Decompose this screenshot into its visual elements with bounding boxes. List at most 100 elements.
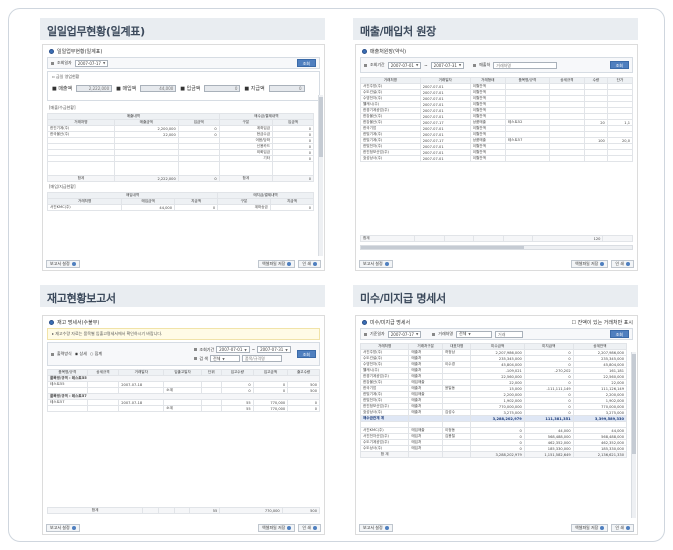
partner-input[interactable]: 거래 [495, 330, 524, 338]
range-separator: ~ [424, 62, 428, 68]
print-button[interactable]: 인 쇄 [298, 524, 321, 532]
search-button[interactable]: 조회 [296, 350, 316, 358]
chevron-down-icon: ▼ [415, 63, 419, 67]
window-header: 일일업무현황(일계표) [43, 45, 324, 55]
report-settings-button[interactable]: 보고서 설정 [359, 260, 393, 268]
chevron-down-icon: ▼ [285, 347, 288, 352]
table-row[interactable]: 소계 55 770,000 0 [47, 405, 320, 412]
filter-bar: 기준일자 2007-07-17 ▼ 거래처명 전체 ▼ 거래 조회 [360, 328, 633, 340]
horizontal-scrollbar[interactable] [360, 245, 633, 250]
summary-purchase-label: ■ 매입액 [116, 86, 137, 92]
section-purchase-label: [매입/지급현황] [49, 184, 76, 189]
summary-row: ■ 매출액 2,222,000 ■ 매입액 44,000 ■ 입금액 0 ■ 지… [48, 82, 319, 95]
panel-inventory: 재고현황보고서 재고 명세서(수불부) ▸ 재고수량 자료는 품목별 입출고명세… [40, 285, 325, 535]
print-button[interactable]: 인 쇄 [611, 524, 634, 532]
date-select[interactable]: 2007-07-17 ▼ [387, 330, 422, 338]
search-button[interactable]: 조회 [609, 330, 629, 338]
inventory-total: 합계 55 770,000 500 [46, 507, 321, 514]
ledger-table-wrap: 거래처명 거래일자 거래형태 품목명/규격 상세규격 수량 단가 서진주방(주)… [360, 77, 633, 237]
table-total-row: 합계 120 [359, 235, 633, 242]
ledger-total: 합계 120 [359, 235, 633, 242]
summary-payment-value: 0 [268, 85, 305, 92]
date-to-select[interactable]: 2007-07-31 ▼ [257, 346, 291, 353]
radio-detail[interactable]: ◉ 상세 [75, 351, 87, 357]
table-row[interactable]: 효성상사(주) 2007-07-01 이월잔액 [360, 155, 633, 162]
square-icon [473, 63, 477, 67]
output-mode-label: 출력방식 [57, 351, 72, 356]
window-header: 미수/미지급 명세서 ☐ 잔액이 있는 거래처만 표시 [356, 316, 637, 326]
scroll-thumb[interactable] [632, 354, 636, 454]
date-from-select[interactable]: 2007-07-01 ▼ [387, 61, 422, 69]
range-separator: ~ [251, 347, 256, 352]
chevron-down-icon: ▼ [244, 347, 247, 352]
table-cell: 0 [173, 204, 219, 211]
bullet-icon [362, 320, 367, 325]
search-label: 검 색 [199, 355, 209, 361]
partner-label: 거래처명 [438, 331, 454, 336]
gear-icon [384, 262, 389, 266]
sales-table: 매출내역 매수금/결제내역 거래처명 매출금액 입금액 구분 입금액 한진기계(주… [47, 113, 315, 182]
report-settings-button[interactable]: 보고서 설정 [359, 524, 393, 532]
scroll-thumb[interactable] [361, 246, 524, 249]
summary-box: ▫ 금일 영업현황 ■ 매출액 2,222,000 ■ 매입액 44,000 ■… [47, 71, 320, 101]
receivables-table-wrap: 거래처명 거래처구분 대표자명 미수금액 미지급액 상계잔액 서진주방(주) 매출… [360, 343, 627, 508]
filter-bar: 출력방식 ◉ 상세 ○ 집계 조회기간 2007-07-01 ▼ ~ 2007-0… [47, 342, 320, 366]
chevron-down-icon: ▼ [458, 63, 462, 67]
scrollbar[interactable] [631, 352, 636, 518]
table-cell: 0 [287, 405, 320, 412]
search-button[interactable]: 조회 [296, 59, 316, 67]
search-select[interactable]: 전체 ▼ [210, 355, 241, 362]
inventory-table: 품목명/규격 상세규격 거래일자 입출고일자 단위 입고수량 입고금액 출고수량… [47, 369, 320, 412]
date-to-select[interactable]: 2007-07-31 ▼ [430, 61, 465, 69]
table-cell: 2007-07-01 [419, 155, 471, 162]
base-date-label: 기준일자 [370, 331, 385, 336]
purchase-table: 매입내역 매지급/결제내역 거래처명 매입금액 지급액 구분 지급액 서진KMC(… [46, 192, 315, 211]
summary-label: ▫ 금일 영업현황 [52, 74, 80, 79]
excel-save-button[interactable]: 엑셀파일 저장 [571, 260, 609, 268]
scrollbar[interactable] [318, 95, 323, 256]
chevron-down-icon: ▼ [415, 332, 419, 336]
table-cell: 770,000 [252, 405, 289, 412]
search-input[interactable]: 품목/규격명 [242, 355, 283, 362]
summary-sales-value: 2,222,000 [76, 85, 113, 92]
panel-title: 일일업무현황(일계표) [40, 18, 325, 40]
bullet-icon [362, 49, 367, 54]
footer-bar: 보고서 설정 엑셀파일 저장 인 쇄 [43, 522, 324, 534]
panel-title: 미수/미지급 명세서 [353, 285, 638, 307]
summary-payment-label: ■ 지급액 [244, 86, 265, 92]
table-cell [86, 405, 120, 412]
search-button[interactable]: 조회 [609, 61, 629, 69]
table-total-row: 합계 2,222,000 0 합계 0 [47, 175, 314, 182]
table-cell [118, 405, 165, 412]
table-row[interactable]: 서진KMC(주) 44,000 0 계좌송금 0 [46, 204, 315, 211]
excel-save-button[interactable]: 엑셀파일 저장 [258, 260, 296, 268]
report-settings-button[interactable]: 보고서 설정 [46, 524, 80, 532]
print-button[interactable]: 인 쇄 [611, 260, 634, 268]
excel-save-button[interactable]: 엑셀파일 저장 [571, 524, 609, 532]
report-settings-button[interactable]: 보고서 설정 [46, 260, 80, 268]
date-select[interactable]: 2007-07-17 ▼ [74, 59, 109, 67]
table-cell: 서진KMC(주) [46, 204, 123, 211]
partner-select[interactable]: 전체 ▼ [456, 330, 493, 338]
table-cell [548, 155, 585, 162]
table-cell [47, 405, 88, 412]
scroll-thumb[interactable] [319, 97, 323, 157]
print-button[interactable]: 인 쇄 [298, 260, 321, 268]
print-icon [626, 526, 630, 530]
summary-deposit-label: ■ 입금액 [180, 86, 201, 92]
table-cell [583, 155, 608, 162]
excel-save-button[interactable]: 엑셀파일 저장 [258, 524, 296, 532]
window-title: 미수/미지급 명세서 [370, 320, 411, 326]
table-total-row: 합계 55 770,000 500 [46, 507, 321, 514]
section-sales-label: [매출/수금현황] [49, 105, 76, 110]
filter-bar: 조회기간 2007-07-01 ▼ ~ 2007-07-31 ▼ 매출처 거래처명 … [360, 57, 633, 73]
window-header: 재고 명세서(수불부) [43, 316, 324, 326]
partner-input[interactable]: 거래처명 [493, 61, 558, 69]
balance-only-checkbox[interactable]: ☐ 잔액이 있는 거래처만 표시 [572, 319, 633, 326]
receivables-table: 거래처명 거래처구분 대표자명 미수금액 미지급액 상계잔액 서진주방(주) 매출… [360, 343, 627, 458]
table-cell: 계좌송금 [217, 204, 271, 211]
panel-receivables: 미수/미지급 명세서 미수/미지급 명세서 ☐ 잔액이 있는 거래처만 표시 기… [353, 285, 638, 535]
radio-summary[interactable]: ○ 집계 [90, 351, 102, 357]
save-icon [600, 262, 605, 266]
date-from-select[interactable]: 2007-07-01 ▼ [216, 346, 250, 353]
